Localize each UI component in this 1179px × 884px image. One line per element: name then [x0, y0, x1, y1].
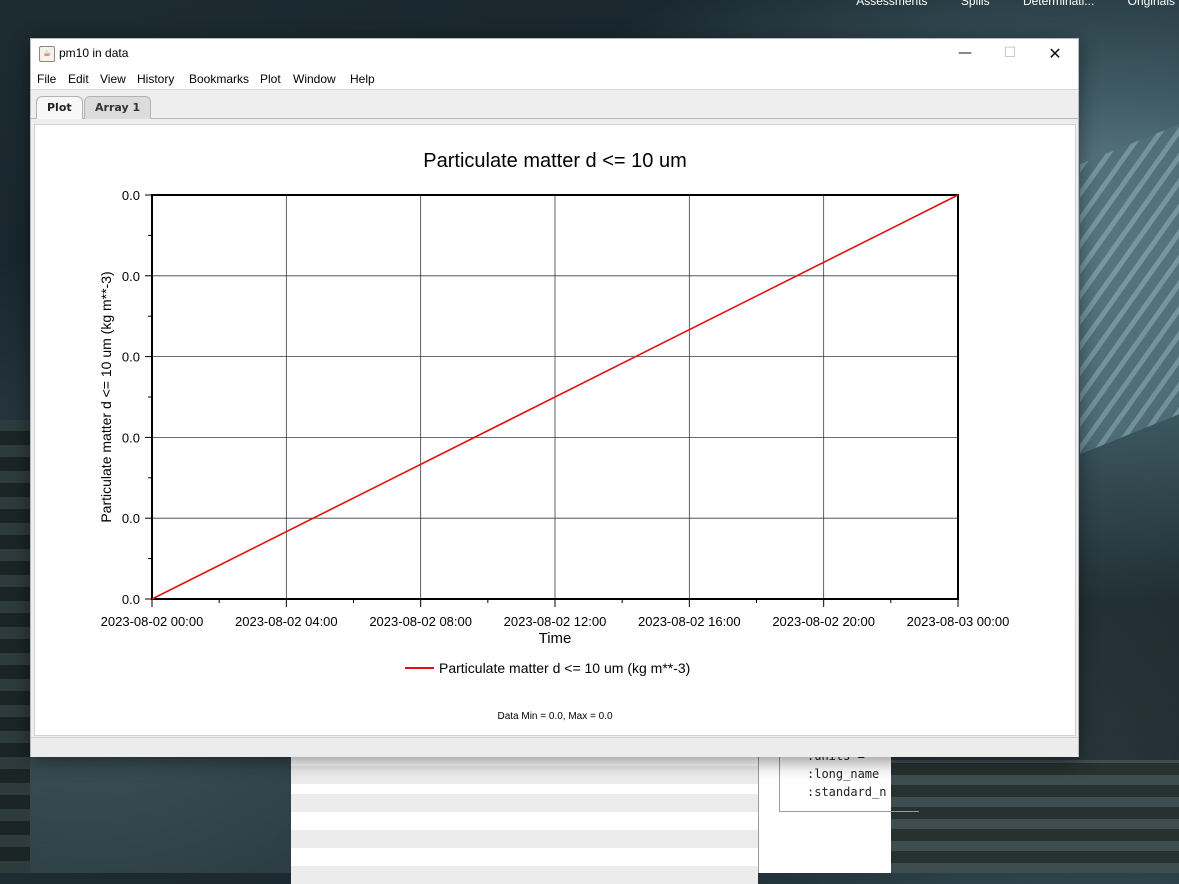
- line-chart: Particulate matter d <= 10 um 0.0 0.0 0.0 0.…: [98, 150, 1010, 722]
- bg-row: [291, 766, 758, 784]
- menu-help[interactable]: Help: [350, 72, 375, 86]
- bg-divider: [758, 756, 759, 873]
- y-axis-label: Particulate matter d <= 10 um (kg m**-3): [98, 271, 114, 522]
- x-axis-label: Time: [539, 630, 572, 647]
- maximize-button[interactable]: ☐: [987, 39, 1033, 68]
- menu-file[interactable]: File: [37, 72, 56, 86]
- java-cup-icon: ☕: [39, 46, 55, 62]
- menu-plot[interactable]: Plot: [260, 72, 281, 86]
- legend-label: Particulate matter d <= 10 um (kg m**-3): [439, 660, 690, 676]
- tab-array-1[interactable]: Array 1: [84, 96, 152, 119]
- bg-attr-standard-name: :standard_n: [807, 785, 887, 799]
- background-logs: [890, 760, 1179, 873]
- y-tick-label: 0.0: [122, 350, 140, 365]
- bg-tab-assessments[interactable]: Assessments: [856, 0, 927, 8]
- plot-panel: Particulate matter d <= 10 um 0.0 0.0 0.0 0.…: [34, 124, 1076, 736]
- x-tick-label: 2023-08-02 08:00: [369, 614, 472, 629]
- y-tick-label: 0.0: [122, 430, 140, 445]
- background-roof: [1080, 115, 1179, 455]
- x-tick-label: 2023-08-03 00:00: [907, 614, 1010, 629]
- bg-tab-determinations[interactable]: Determinati...: [1023, 0, 1094, 8]
- bg-row: [291, 830, 758, 848]
- menu-history[interactable]: History: [137, 72, 174, 86]
- minimize-button[interactable]: —: [942, 39, 988, 68]
- bg-tab-spills[interactable]: Spills: [961, 0, 990, 8]
- tab-plot[interactable]: Plot: [36, 96, 83, 119]
- x-tick-label: 2023-08-02 04:00: [235, 614, 338, 629]
- menu-edit[interactable]: Edit: [68, 72, 89, 86]
- background-logs-left: [0, 420, 30, 873]
- bg-attr-units: :units = ": [807, 756, 880, 763]
- y-tick-label: 0.0: [122, 188, 140, 203]
- bg-row: [291, 794, 758, 812]
- x-tick-label: 2023-08-02 12:00: [504, 614, 607, 629]
- menu-bar: File Edit View History Bookmarks Plot Wi…: [31, 68, 1078, 90]
- close-button[interactable]: ✕: [1032, 39, 1078, 68]
- y-tick-label: 0.0: [122, 511, 140, 526]
- background-window: :units = " :long_name :standard_n: [291, 756, 919, 884]
- y-tick-label: 0.0: [122, 269, 140, 284]
- window-title: pm10 in data: [59, 46, 129, 60]
- menu-window[interactable]: Window: [293, 72, 336, 86]
- plot-window: ☕ pm10 in data — ☐ ✕ File Edit View Hist…: [30, 38, 1079, 757]
- bg-tab-originals[interactable]: Originals: [1128, 0, 1175, 8]
- bg-attributes-panel: :units = " :long_name :standard_n: [779, 756, 919, 812]
- x-tick-label: 2023-08-02 00:00: [101, 614, 204, 629]
- x-tick-label: 2023-08-02 16:00: [638, 614, 741, 629]
- menu-bookmarks[interactable]: Bookmarks: [189, 72, 249, 86]
- background-app-tabs: Assessments Spills Determinati... Origin…: [826, 0, 1175, 8]
- menu-view[interactable]: View: [100, 72, 126, 86]
- x-tick-label: 2023-08-02 20:00: [772, 614, 875, 629]
- tab-strip: Plot Array 1: [31, 90, 1078, 119]
- y-tick-label: 0.0: [122, 592, 140, 607]
- chart-title: Particulate matter d <= 10 um: [423, 150, 686, 172]
- status-bar: [31, 737, 1078, 757]
- bg-row: [291, 866, 758, 884]
- title-bar[interactable]: ☕ pm10 in data — ☐ ✕: [31, 39, 1078, 68]
- data-min-max-label: Data Min = 0.0, Max = 0.0: [497, 711, 612, 722]
- bg-attr-long-name: :long_name: [807, 767, 880, 781]
